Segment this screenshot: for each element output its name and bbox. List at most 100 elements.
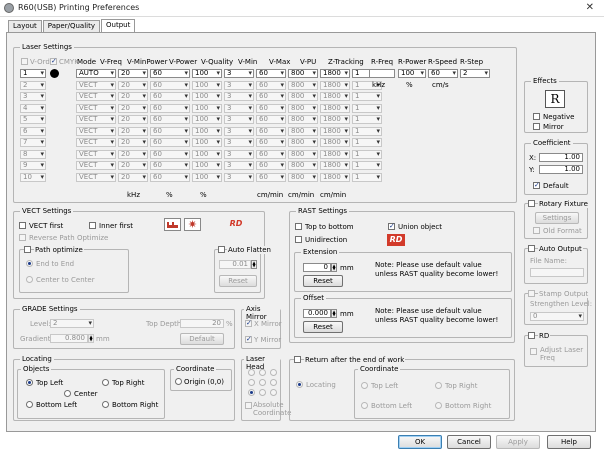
layer-row-5[interactable]: 5VECT206010036080018001 [14,114,514,125]
close-icon[interactable]: ✕ [586,2,594,13]
laser-head-position-radio[interactable] [259,389,266,396]
layer-vpower-select[interactable]: 100 [192,69,222,78]
vect-first-checkbox[interactable] [19,222,26,229]
top-to-bottom-checkbox[interactable] [295,223,302,230]
layer-vminv-select[interactable]: 60 [256,161,286,170]
layer-vmin-select[interactable]: 60 [150,92,190,101]
layer-vq-select[interactable]: 3 [224,103,254,113]
layer-vfreq-select[interactable]: 20 [118,138,148,147]
rotary-fixture-checkbox[interactable] [528,200,535,207]
union-object-checkbox[interactable] [388,223,395,230]
flatten-reset-button[interactable]: Reset [219,275,257,287]
laser-head-position-radio[interactable] [248,379,255,386]
layer-zt-select[interactable]: 1 [352,126,382,136]
layer-vfreq-select[interactable]: 20 [118,80,148,90]
laser-head-position-radio[interactable] [270,379,277,386]
layer-row-6[interactable]: 6VECT206010036080018001 [14,126,514,137]
layer-vq-select[interactable]: 3 [224,92,254,101]
layer-row-8[interactable]: 8VECT206010036080018001 [14,149,514,160]
layer-mode-select[interactable]: VECT [76,92,116,101]
tab-layout[interactable]: Layout [8,20,42,32]
layer-mode-select[interactable]: VECT [76,103,116,113]
gradient-input[interactable]: 0.800 [50,334,88,343]
layer-vmax-select[interactable]: 800 [288,138,318,147]
extension-reset-button[interactable]: Reset [303,275,343,287]
offset-input[interactable]: 0.000 [303,309,331,318]
layer-number-select[interactable]: 2 [20,80,46,90]
layer-mode-select[interactable]: VECT [76,172,116,182]
layer-number-select[interactable]: 4 [20,103,46,113]
mirror-checkbox[interactable] [533,123,540,130]
layer-vfreq-select[interactable]: 20 [118,103,148,113]
layer-vpower-select[interactable]: 100 [192,161,222,170]
obj-bottom-right-radio[interactable] [102,401,109,408]
layer-vminv-select[interactable]: 60 [256,103,286,113]
layer-vq-select[interactable]: 3 [224,161,254,170]
layer-number-select[interactable]: 1 [20,69,46,78]
layer-vminv-select[interactable]: 60 [256,115,286,124]
obj-top-right-radio[interactable] [102,379,109,386]
layer-mode-select[interactable]: AUTO [76,69,116,78]
coef-y-input[interactable]: 1.00 [539,165,583,174]
layer-vfreq-select[interactable]: 20 [118,115,148,124]
origin-radio[interactable] [175,378,182,385]
layer-zt-select[interactable]: 1 [352,92,382,101]
layer-zt-select[interactable]: 1 [352,103,382,113]
layer-vmax-select[interactable]: 800 [288,172,318,182]
offset-reset-button[interactable]: Reset [303,321,343,333]
laser-head-position-radio[interactable] [259,369,266,376]
obj-top-left-radio[interactable] [26,379,33,386]
layer-vpu-select[interactable]: 1800 [320,149,350,159]
layer-vq-select[interactable]: 3 [224,138,254,147]
cancel-button[interactable]: Cancel [447,435,491,449]
cmyk-checkbox[interactable] [50,58,57,65]
layer-vpu-select[interactable]: 1800 [320,92,350,101]
layer-vpower-select[interactable]: 100 [192,80,222,90]
rotary-settings-button[interactable]: Settings [535,212,579,224]
file-name-input[interactable] [530,268,584,277]
layer-vpower-select[interactable]: 100 [192,149,222,159]
layer-mode-select[interactable]: VECT [76,149,116,159]
layer-vminv-select[interactable]: 60 [256,80,286,90]
layer-number-select[interactable]: 7 [20,138,46,147]
layer-number-select[interactable]: 6 [20,126,46,136]
negative-checkbox[interactable] [533,113,540,120]
return-locating-radio[interactable] [296,381,303,388]
adjust-laser-freq-checkbox[interactable] [530,348,537,355]
old-format-checkbox[interactable] [533,227,540,234]
layer-vfreq-select[interactable]: 20 [118,172,148,182]
layer-vmax-select[interactable]: 800 [288,161,318,170]
layer-row-9[interactable]: 9VECT206010036080018001 [14,160,514,171]
layer-vq-select[interactable]: 3 [224,149,254,159]
layer-mode-select[interactable]: VECT [76,115,116,124]
auto-flatten-checkbox[interactable] [218,246,225,253]
y-mirror-checkbox[interactable] [245,336,252,343]
layer-vfreq-select[interactable]: 20 [118,126,148,136]
layer-vpu-select[interactable]: 1800 [320,126,350,136]
layer-vpu-select[interactable]: 1800 [320,115,350,124]
layer-row-4[interactable]: 4VECT206010036080018001 [14,103,514,114]
layer-vq-select[interactable]: 3 [224,172,254,182]
obj-bottom-left-radio[interactable] [26,401,33,408]
layer-mode-select[interactable]: VECT [76,126,116,136]
layer-vmin-select[interactable]: 60 [150,103,190,113]
laser-head-position-radio[interactable] [248,389,255,396]
default-checkbox[interactable] [533,182,540,189]
layer-vfreq-select[interactable]: 20 [118,149,148,159]
grade-level-select[interactable]: 2 [50,319,94,328]
laser-head-position-radio[interactable] [270,369,277,376]
layer-vminv-select[interactable]: 60 [256,69,286,78]
auto-flatten-spinner[interactable]: ▲ ▼ [251,260,257,269]
r-power-select[interactable]: 100 [398,69,426,78]
top-depth-input[interactable]: 20 [180,319,224,328]
auto-flatten-input[interactable]: 0.01 [219,260,251,269]
laser-head-position-radio[interactable] [248,369,255,376]
layer-number-select[interactable]: 8 [20,149,46,159]
layer-zt-select[interactable]: 1 [352,138,382,147]
coef-x-input[interactable]: 1.00 [539,153,583,162]
layer-vmin-select[interactable]: 60 [150,69,190,78]
obj-center-radio[interactable] [64,390,71,397]
layer-vmax-select[interactable]: 800 [288,115,318,124]
layer-zt-select[interactable]: 1 [352,161,382,170]
layer-mode-select[interactable]: VECT [76,138,116,147]
